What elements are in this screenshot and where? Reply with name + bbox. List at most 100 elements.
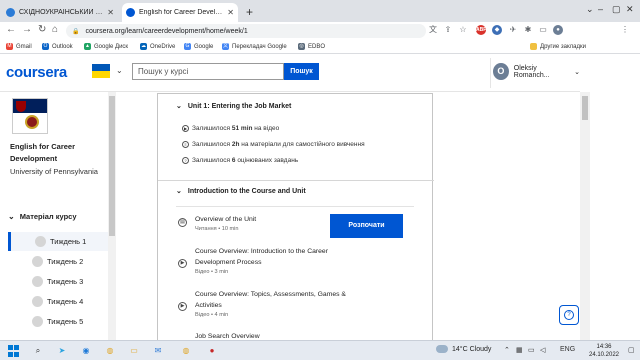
unit-header[interactable]: ⌄ Unit 1: Entering the Job Market — [176, 102, 291, 111]
star-icon[interactable]: ☆ — [458, 25, 468, 35]
maximize-icon[interactable]: ▢ — [612, 4, 621, 15]
help-button[interactable]: ? — [559, 305, 579, 325]
telegram-icon[interactable]: ➤ — [56, 345, 68, 357]
bookmark-onedrive[interactable]: ☁ OneDrive — [140, 43, 175, 50]
header-divider — [490, 58, 491, 88]
chrome-icon[interactable]: ◍ — [104, 345, 116, 357]
search-icon[interactable]: ⌕ — [32, 345, 44, 357]
sidebar-item-week-3[interactable]: Тиждень 3 — [8, 272, 108, 291]
bookmark-google-drive[interactable]: ▲ Google Диск — [84, 43, 128, 50]
quiz-icon: ? — [182, 157, 189, 164]
course-title[interactable]: English for Career Development — [10, 141, 108, 165]
sidebar-scrollbar[interactable] — [108, 92, 116, 340]
lock-icon[interactable]: 🔒 — [72, 28, 79, 35]
network-icon[interactable]: ▦ — [516, 346, 523, 354]
tab-title: СХІДНОУКРАЇНСЬКИЙ НАЦІОНА... — [19, 9, 106, 16]
sidebar-item-week-1[interactable]: Тиждень 1 — [8, 232, 108, 251]
chevron-down-icon[interactable]: ⌄ — [116, 66, 123, 75]
chrome-active-icon[interactable]: ◍ — [180, 345, 192, 357]
url-text: coursera.org/learn/careerdevelopment/hom… — [85, 27, 248, 35]
antivirus-icon[interactable]: ◆ — [492, 25, 502, 35]
bookmark-label: Google Диск — [94, 43, 129, 50]
language-indicator[interactable]: ENG — [560, 346, 575, 353]
extension-icon[interactable]: ✈ — [508, 25, 518, 35]
list-item[interactable]: ▶ Course Overview: Introduction to the C… — [178, 246, 353, 275]
notification-icon[interactable]: ▢ — [628, 346, 635, 354]
profile-icon[interactable]: ● — [553, 25, 563, 35]
clock[interactable]: 14:36 24.10.2022 — [584, 343, 624, 359]
home-icon[interactable]: ⌂ — [52, 24, 58, 35]
reading-icon: ▤ — [178, 218, 187, 227]
bookmark-label: Другие закладки — [540, 43, 586, 50]
progress-circle-icon — [32, 296, 43, 307]
back-icon[interactable]: ← — [6, 24, 16, 35]
coursera-logo[interactable]: coursera — [6, 64, 67, 81]
edge-icon[interactable]: ◉ — [80, 345, 92, 357]
windows-start-icon[interactable] — [8, 345, 20, 357]
bookmark-edbo[interactable]: ◎ EDBO — [298, 43, 325, 50]
bookmark-gmail[interactable]: M Gmail — [6, 43, 32, 50]
page-scrollbar[interactable] — [580, 92, 590, 340]
sidepanel-icon[interactable]: ▭ — [538, 25, 548, 35]
toolbar: ← → ↻ ⌂ 🔒 coursera.org/learn/careerdevel… — [0, 22, 640, 40]
minimize-icon[interactable]: – — [598, 4, 603, 14]
course-materials-toggle[interactable]: ⌄ Матеріал курсу — [8, 212, 77, 221]
translate-icon[interactable]: 文 — [428, 25, 438, 35]
book-icon: ≡ — [182, 141, 189, 148]
stat-assignments: ? Залишилося 6 оцінюваних завдань — [182, 157, 298, 164]
bookmark-translate[interactable]: 文 Перекладач Google — [222, 43, 287, 50]
chevron-up-icon[interactable]: ⌃ — [504, 346, 510, 354]
ukraine-flag-icon — [92, 64, 110, 78]
file-explorer-icon[interactable]: ▭ — [128, 345, 140, 357]
close-tab-icon[interactable]: ✕ — [227, 8, 234, 17]
drive-icon: ▲ — [84, 43, 91, 50]
chevron-down-icon[interactable]: ⌄ — [586, 4, 594, 15]
gmail-icon: M — [6, 43, 13, 50]
new-tab-icon[interactable]: + — [246, 5, 253, 19]
bookmark-other[interactable]: Другие закладки — [530, 43, 586, 50]
bookmark-google[interactable]: G Google — [184, 43, 213, 50]
list-item[interactable]: ▶ Course Overview: Topics, Assessments, … — [178, 289, 353, 318]
lesson-header[interactable]: ⌄ Introduction to the Course and Unit — [176, 187, 306, 196]
menu-icon[interactable]: ⋮ — [620, 25, 630, 35]
adblock-icon[interactable]: ABP — [476, 25, 487, 35]
stat-value: 2h — [231, 141, 240, 148]
weather-widget[interactable]: 14°C Cloudy — [436, 345, 491, 353]
onedrive-icon: ☁ — [140, 43, 147, 50]
bookmarks-bar: M Gmail O Outlook ▲ Google Диск ☁ OneDrive G… — [0, 40, 640, 54]
volume-icon[interactable]: ◁ — [540, 346, 545, 354]
stat-readings: ≡ Залишилося 2h на матеріали для самості… — [182, 141, 365, 148]
sidebar-item-week-5[interactable]: Тиждень 5 — [8, 312, 108, 331]
university-name: University of Pennsylvania — [10, 167, 98, 176]
share-icon[interactable]: ⇪ — [443, 25, 453, 35]
record-icon[interactable]: ● — [206, 345, 218, 357]
close-tab-icon[interactable]: ✕ — [107, 8, 114, 17]
chevron-down-icon: ⌄ — [176, 188, 182, 195]
search-button[interactable]: Пошук — [284, 63, 319, 80]
search-input[interactable]: Пошук у курсі — [132, 63, 284, 80]
week-content-panel: ⌄ Unit 1: Entering the Job Market ▶ Зали… — [157, 93, 434, 343]
sidebar-item-week-2[interactable]: Тиждень 2 — [8, 252, 108, 271]
list-item[interactable]: ▤ Overview of the Unit Читання • 10 min — [178, 214, 353, 232]
mail-icon[interactable]: ✉ — [152, 345, 164, 357]
close-window-icon[interactable]: ✕ — [626, 4, 634, 15]
chevron-down-icon: ⌄ — [176, 103, 182, 110]
sidebar-item-week-4[interactable]: Тиждень 4 — [8, 292, 108, 311]
user-menu[interactable]: O Oleksiy Romanch... ⌄ — [493, 63, 580, 80]
battery-icon[interactable]: ▭ — [528, 346, 535, 354]
puzzle-icon[interactable]: ✱ — [523, 25, 533, 35]
progress-circle-icon — [32, 276, 43, 287]
bookmark-outlook[interactable]: O Outlook — [42, 43, 73, 50]
globe-icon: ◎ — [298, 43, 305, 50]
tab-coursera[interactable]: English for Career Development ✕ — [122, 3, 238, 22]
tab-university[interactable]: СХІДНОУКРАЇНСЬКИЙ НАЦІОНА... ✕ — [2, 3, 118, 22]
address-bar[interactable]: 🔒 coursera.org/learn/careerdevelopment/h… — [66, 24, 426, 38]
start-button[interactable]: Розпочати — [330, 214, 403, 238]
stat-prefix: Залишилося — [192, 157, 231, 164]
reload-icon[interactable]: ↻ — [38, 24, 46, 35]
bookmark-label: Gmail — [16, 43, 32, 50]
stat-suffix: на матеріали для самостійного вивчення — [241, 141, 365, 148]
forward-icon[interactable]: → — [22, 24, 32, 35]
stat-suffix: оцінюваних завдань — [237, 157, 299, 164]
penn-shield-icon — [16, 101, 26, 112]
